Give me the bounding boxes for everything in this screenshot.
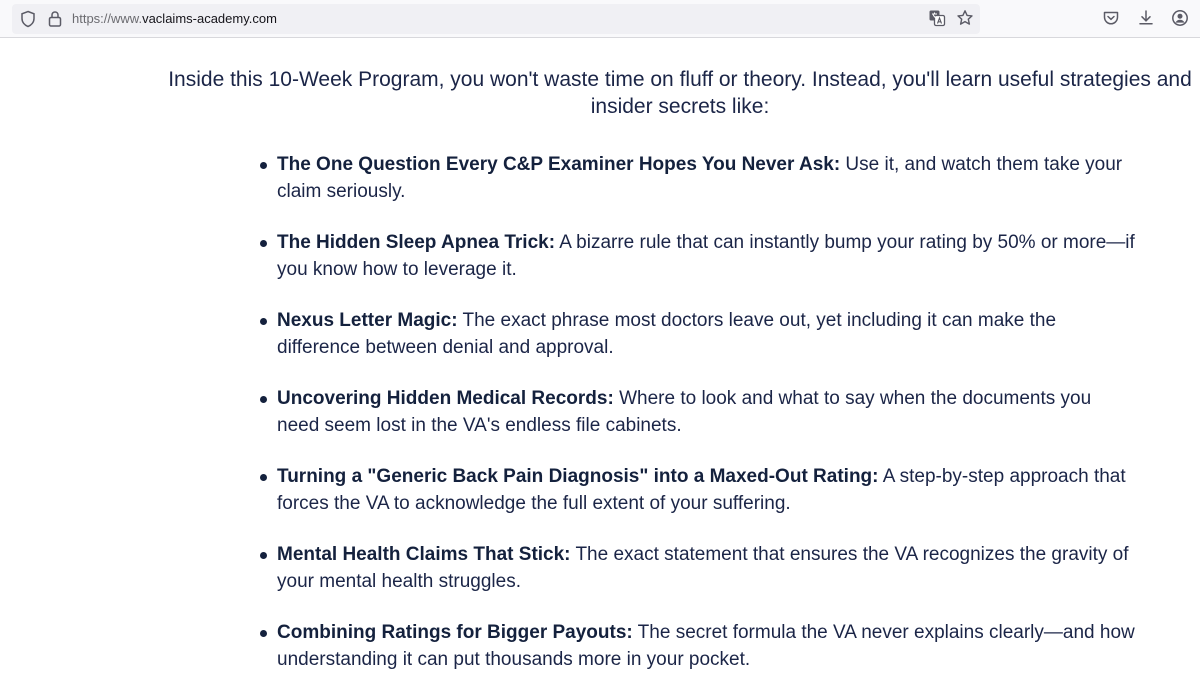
intro-paragraph: Inside this 10-Week Program, you won't w… [168, 68, 1192, 118]
bullet-icon [260, 552, 267, 559]
list-item: Uncovering Hidden Medical Records: Where… [257, 385, 1137, 439]
account-icon[interactable] [1171, 9, 1189, 27]
url-domain: vaclaims-academy.com [142, 11, 277, 26]
item-title: Nexus Letter Magic: [277, 310, 458, 331]
bookmark-star-icon[interactable] [956, 9, 974, 27]
bullet-icon [260, 396, 267, 403]
tracking-protection-shield-icon[interactable] [19, 10, 37, 28]
item-title: Combining Ratings for Bigger Payouts: [277, 622, 633, 643]
bullet-icon [260, 318, 267, 325]
bullet-icon [260, 630, 267, 637]
lock-icon[interactable] [47, 10, 63, 28]
bullet-icon [260, 240, 267, 247]
list-item: The Hidden Sleep Apnea Trick: A bizarre … [257, 229, 1137, 283]
item-title: Mental Health Claims That Stick: [277, 544, 571, 565]
url-protocol: https://www. [72, 11, 143, 26]
bullet-icon [260, 162, 267, 169]
list-item: Combining Ratings for Bigger Payouts: Th… [257, 619, 1137, 673]
item-title: Turning a "Generic Back Pain Diagnosis" … [277, 466, 879, 487]
item-title: The Hidden Sleep Apnea Trick: [277, 232, 556, 253]
list-item: Turning a "Generic Back Pain Diagnosis" … [257, 463, 1137, 517]
translate-icon[interactable] [928, 9, 946, 27]
list-item: Nexus Letter Magic: The exact phrase mos… [257, 307, 1137, 361]
browser-toolbar: https://www.vaclaims-academy.com [0, 0, 1200, 38]
secrets-list: The One Question Every C&P Examiner Hope… [257, 151, 1137, 688]
bullet-icon [260, 474, 267, 481]
item-title: The One Question Every C&P Examiner Hope… [277, 154, 841, 175]
pocket-icon[interactable] [1102, 9, 1120, 27]
list-item: Mental Health Claims That Stick: The exa… [257, 541, 1137, 595]
url-field[interactable]: https://www.vaclaims-academy.com [72, 10, 277, 28]
item-title: Uncovering Hidden Medical Records: [277, 388, 614, 409]
list-item: The One Question Every C&P Examiner Hope… [257, 151, 1137, 205]
download-icon[interactable] [1137, 9, 1155, 27]
page-content: Inside this 10-Week Program, you won't w… [0, 38, 1200, 688]
